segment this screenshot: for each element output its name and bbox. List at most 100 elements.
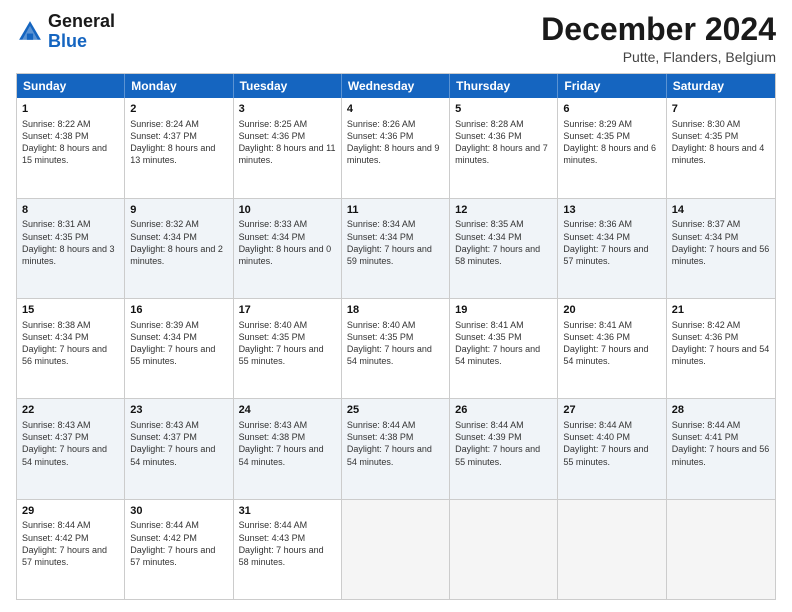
main-title: December 2024 <box>541 12 776 47</box>
day-number: 16 <box>130 303 227 318</box>
day-number: 1 <box>22 102 119 117</box>
calendar-header: SundayMondayTuesdayWednesdayThursdayFrid… <box>17 74 775 98</box>
day-info: Sunrise: 8:41 AMSunset: 4:36 PMDaylight:… <box>563 319 660 368</box>
day-cell-7: 7Sunrise: 8:30 AMSunset: 4:35 PMDaylight… <box>667 98 775 197</box>
day-cell-25: 25Sunrise: 8:44 AMSunset: 4:38 PMDayligh… <box>342 399 450 498</box>
header-day-friday: Friday <box>558 74 666 98</box>
day-number: 26 <box>455 403 552 418</box>
day-info: Sunrise: 8:40 AMSunset: 4:35 PMDaylight:… <box>347 319 444 368</box>
day-cell-22: 22Sunrise: 8:43 AMSunset: 4:37 PMDayligh… <box>17 399 125 498</box>
day-number: 21 <box>672 303 770 318</box>
day-number: 31 <box>239 504 336 519</box>
day-info: Sunrise: 8:44 AMSunset: 4:38 PMDaylight:… <box>347 419 444 468</box>
logo: General Blue <box>16 12 115 52</box>
header-day-tuesday: Tuesday <box>234 74 342 98</box>
day-cell-1: 1Sunrise: 8:22 AMSunset: 4:38 PMDaylight… <box>17 98 125 197</box>
day-cell-30: 30Sunrise: 8:44 AMSunset: 4:42 PMDayligh… <box>125 500 233 599</box>
day-cell-empty <box>342 500 450 599</box>
day-cell-24: 24Sunrise: 8:43 AMSunset: 4:38 PMDayligh… <box>234 399 342 498</box>
day-number: 27 <box>563 403 660 418</box>
day-cell-15: 15Sunrise: 8:38 AMSunset: 4:34 PMDayligh… <box>17 299 125 398</box>
day-info: Sunrise: 8:44 AMSunset: 4:43 PMDaylight:… <box>239 519 336 568</box>
day-number: 13 <box>563 203 660 218</box>
day-number: 7 <box>672 102 770 117</box>
calendar-body: 1Sunrise: 8:22 AMSunset: 4:38 PMDaylight… <box>17 98 775 599</box>
day-info: Sunrise: 8:26 AMSunset: 4:36 PMDaylight:… <box>347 118 444 167</box>
day-cell-17: 17Sunrise: 8:40 AMSunset: 4:35 PMDayligh… <box>234 299 342 398</box>
calendar-row-3: 15Sunrise: 8:38 AMSunset: 4:34 PMDayligh… <box>17 299 775 399</box>
day-info: Sunrise: 8:43 AMSunset: 4:38 PMDaylight:… <box>239 419 336 468</box>
day-cell-31: 31Sunrise: 8:44 AMSunset: 4:43 PMDayligh… <box>234 500 342 599</box>
day-cell-29: 29Sunrise: 8:44 AMSunset: 4:42 PMDayligh… <box>17 500 125 599</box>
day-info: Sunrise: 8:33 AMSunset: 4:34 PMDaylight:… <box>239 218 336 267</box>
day-cell-26: 26Sunrise: 8:44 AMSunset: 4:39 PMDayligh… <box>450 399 558 498</box>
day-number: 6 <box>563 102 660 117</box>
day-cell-16: 16Sunrise: 8:39 AMSunset: 4:34 PMDayligh… <box>125 299 233 398</box>
day-cell-28: 28Sunrise: 8:44 AMSunset: 4:41 PMDayligh… <box>667 399 775 498</box>
day-number: 12 <box>455 203 552 218</box>
day-info: Sunrise: 8:28 AMSunset: 4:36 PMDaylight:… <box>455 118 552 167</box>
day-cell-3: 3Sunrise: 8:25 AMSunset: 4:36 PMDaylight… <box>234 98 342 197</box>
calendar: SundayMondayTuesdayWednesdayThursdayFrid… <box>16 73 776 600</box>
day-info: Sunrise: 8:32 AMSunset: 4:34 PMDaylight:… <box>130 218 227 267</box>
day-cell-9: 9Sunrise: 8:32 AMSunset: 4:34 PMDaylight… <box>125 199 233 298</box>
day-cell-empty <box>558 500 666 599</box>
day-cell-11: 11Sunrise: 8:34 AMSunset: 4:34 PMDayligh… <box>342 199 450 298</box>
day-cell-14: 14Sunrise: 8:37 AMSunset: 4:34 PMDayligh… <box>667 199 775 298</box>
day-number: 29 <box>22 504 119 519</box>
day-cell-19: 19Sunrise: 8:41 AMSunset: 4:35 PMDayligh… <box>450 299 558 398</box>
day-cell-21: 21Sunrise: 8:42 AMSunset: 4:36 PMDayligh… <box>667 299 775 398</box>
header-day-wednesday: Wednesday <box>342 74 450 98</box>
day-info: Sunrise: 8:25 AMSunset: 4:36 PMDaylight:… <box>239 118 336 167</box>
header-day-monday: Monday <box>125 74 233 98</box>
day-info: Sunrise: 8:29 AMSunset: 4:35 PMDaylight:… <box>563 118 660 167</box>
day-info: Sunrise: 8:38 AMSunset: 4:34 PMDaylight:… <box>22 319 119 368</box>
calendar-row-5: 29 Sunrise: 8:44 AMSunset: 4:42 PMDayligh… <box>17 500 775 599</box>
day-info: Sunrise: 8:42 AMSunset: 4:36 PMDaylight:… <box>672 319 770 368</box>
day-cell-12: 12Sunrise: 8:35 AMSunset: 4:34 PMDayligh… <box>450 199 558 298</box>
day-cell-empty <box>450 500 558 599</box>
day-info: Sunrise: 8:22 AMSunset: 4:38 PMDaylight:… <box>22 118 119 167</box>
header-day-thursday: Thursday <box>450 74 558 98</box>
day-number: 15 <box>22 303 119 318</box>
day-number: 30 <box>130 504 227 519</box>
day-info: Sunrise: 8:34 AMSunset: 4:34 PMDaylight:… <box>347 218 444 267</box>
day-info: Sunrise: 8:43 AMSunset: 4:37 PMDaylight:… <box>130 419 227 468</box>
subtitle: Putte, Flanders, Belgium <box>541 49 776 65</box>
day-cell-2: 2Sunrise: 8:24 AMSunset: 4:37 PMDaylight… <box>125 98 233 197</box>
day-number: 18 <box>347 303 444 318</box>
day-number: 5 <box>455 102 552 117</box>
calendar-row-2: 8Sunrise: 8:31 AMSunset: 4:35 PMDaylight… <box>17 199 775 299</box>
day-number: 28 <box>672 403 770 418</box>
day-cell-empty <box>667 500 775 599</box>
day-cell-13: 13Sunrise: 8:36 AMSunset: 4:34 PMDayligh… <box>558 199 666 298</box>
title-block: December 2024 Putte, Flanders, Belgium <box>541 12 776 65</box>
logo-icon <box>16 18 44 46</box>
day-number: 8 <box>22 203 119 218</box>
calendar-row-1: 1Sunrise: 8:22 AMSunset: 4:38 PMDaylight… <box>17 98 775 198</box>
day-number: 14 <box>672 203 770 218</box>
header-day-saturday: Saturday <box>667 74 775 98</box>
day-info: Sunrise: 8:40 AMSunset: 4:35 PMDaylight:… <box>239 319 336 368</box>
day-info: Sunrise: 8:35 AMSunset: 4:34 PMDaylight:… <box>455 218 552 267</box>
day-number: 22 <box>22 403 119 418</box>
day-cell-5: 5Sunrise: 8:28 AMSunset: 4:36 PMDaylight… <box>450 98 558 197</box>
day-number: 3 <box>239 102 336 117</box>
day-number: 4 <box>347 102 444 117</box>
day-info: Sunrise: 8:44 AMSunset: 4:42 PMDaylight:… <box>130 519 227 568</box>
day-info: Sunrise: 8:24 AMSunset: 4:37 PMDaylight:… <box>130 118 227 167</box>
day-number: 19 <box>455 303 552 318</box>
logo-text: General Blue <box>48 12 115 52</box>
calendar-row-4: 22 Sunrise: 8:43 AMSunset: 4:37 PMDayligh… <box>17 399 775 499</box>
day-info: Sunrise: 8:44 AMSunset: 4:41 PMDaylight:… <box>672 419 770 468</box>
day-info: Sunrise: 8:30 AMSunset: 4:35 PMDaylight:… <box>672 118 770 167</box>
day-number: 20 <box>563 303 660 318</box>
header: General Blue December 2024 Putte, Flande… <box>16 12 776 65</box>
day-number: 10 <box>239 203 336 218</box>
day-number: 17 <box>239 303 336 318</box>
day-cell-4: 4Sunrise: 8:26 AMSunset: 4:36 PMDaylight… <box>342 98 450 197</box>
day-number: 23 <box>130 403 227 418</box>
day-cell-8: 8Sunrise: 8:31 AMSunset: 4:35 PMDaylight… <box>17 199 125 298</box>
day-number: 24 <box>239 403 336 418</box>
day-info: Sunrise: 8:36 AMSunset: 4:34 PMDaylight:… <box>563 218 660 267</box>
